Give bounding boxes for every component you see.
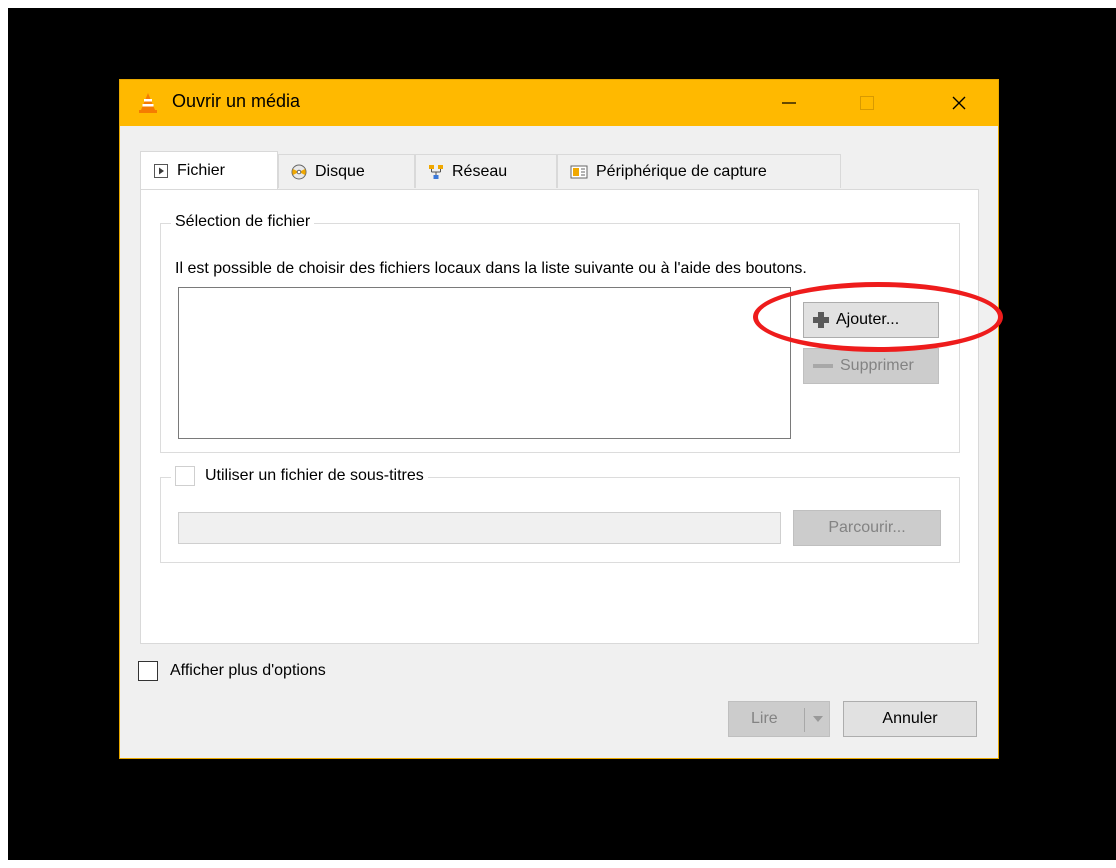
subtitles-checkbox-row[interactable]: Utiliser un fichier de sous-titres (171, 466, 428, 486)
maximize-icon (860, 96, 874, 110)
tab-label: Disque (315, 162, 365, 180)
vlc-cone-icon (139, 93, 157, 113)
browse-button-label: Parcourir... (828, 519, 906, 536)
tab-fichier[interactable]: Fichier (140, 151, 278, 189)
maximize-button[interactable] (844, 80, 890, 126)
red-highlight-ellipse (753, 282, 1003, 352)
file-list[interactable] (178, 287, 791, 439)
tab-disque[interactable]: Disque (278, 154, 415, 188)
play-file-icon (154, 163, 168, 178)
close-icon (952, 96, 966, 110)
tab-label: Périphérique de capture (596, 162, 767, 180)
browse-button[interactable]: Parcourir... (793, 510, 941, 546)
more-options-label: Afficher plus d'options (170, 662, 326, 679)
close-button[interactable] (936, 80, 982, 126)
play-button[interactable]: Lire (728, 701, 830, 737)
more-options-row[interactable]: Afficher plus d'options (138, 661, 326, 681)
play-button-separator (804, 708, 805, 732)
tab-label: Fichier (177, 161, 226, 179)
minimize-button[interactable] (766, 80, 812, 126)
disc-icon (291, 164, 307, 179)
open-media-dialog: Ouvrir un média Fichier Disque Réseau Pé… (119, 79, 999, 759)
capture-device-icon (570, 165, 588, 178)
dropdown-arrow-icon[interactable] (811, 711, 825, 727)
subtitles-checkbox[interactable] (175, 466, 195, 486)
subtitle-file-input[interactable] (178, 512, 781, 544)
minus-icon (813, 364, 833, 368)
minimize-icon (782, 102, 796, 104)
window-title: Ouvrir un média (172, 91, 301, 111)
file-selection-title: Sélection de fichier (171, 213, 315, 231)
subtitles-group: Utiliser un fichier de sous-titres Parco… (160, 466, 960, 563)
more-options-checkbox[interactable] (138, 661, 158, 681)
remove-button-label: Supprimer (840, 357, 914, 374)
file-selection-description: Il est possible de choisir des fichiers … (175, 260, 807, 277)
tab-label: Réseau (452, 162, 508, 180)
tab-reseau[interactable]: Réseau (415, 154, 557, 188)
network-icon (429, 164, 443, 179)
cancel-button[interactable]: Annuler (843, 701, 977, 737)
cancel-button-label: Annuler (882, 710, 938, 727)
subtitles-checkbox-label: Utiliser un fichier de sous-titres (205, 467, 424, 484)
tab-peripherique-capture[interactable]: Périphérique de capture (557, 154, 841, 188)
title-bar[interactable]: Ouvrir un média (120, 80, 998, 126)
tab-panel: Sélection de fichier Il est possible de … (140, 189, 979, 644)
remove-button[interactable]: Supprimer (803, 348, 939, 384)
play-button-label: Lire (751, 710, 778, 727)
